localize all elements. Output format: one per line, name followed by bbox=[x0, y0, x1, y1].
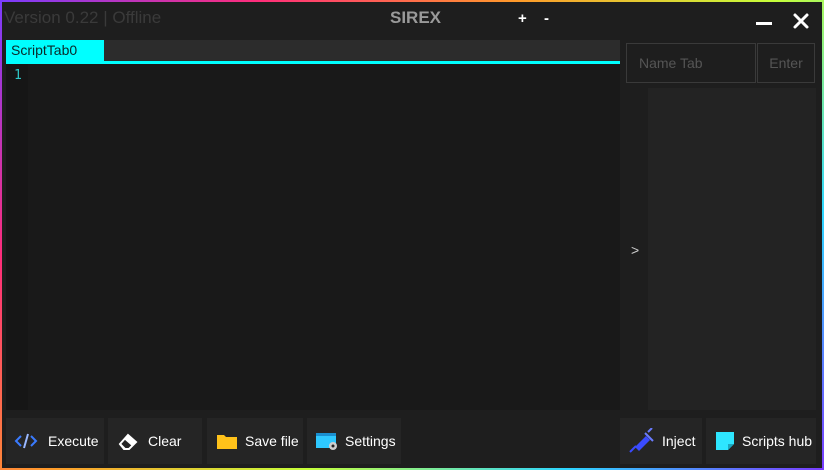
zoom-out-button[interactable]: - bbox=[544, 10, 549, 27]
sticky-note-icon bbox=[714, 431, 736, 451]
tab-scripttab0[interactable]: ScriptTab0 bbox=[6, 40, 104, 61]
close-icon bbox=[793, 13, 809, 29]
close-button[interactable] bbox=[790, 10, 814, 32]
version-status: Version 0.22 | Offline bbox=[4, 8, 162, 27]
folder-icon bbox=[215, 432, 239, 450]
scripts-hub-label: Scripts hub bbox=[742, 433, 813, 449]
minimize-button[interactable] bbox=[752, 10, 776, 32]
name-tab-input[interactable] bbox=[626, 43, 756, 83]
execute-label: Execute bbox=[48, 433, 99, 449]
line-number-gutter: 1 bbox=[6, 64, 28, 410]
tab-bar: ScriptTab0 bbox=[6, 40, 620, 61]
expand-panel-arrow[interactable]: > bbox=[631, 242, 639, 258]
execute-button[interactable]: Execute bbox=[6, 418, 104, 464]
save-file-label: Save file bbox=[245, 433, 299, 449]
code-brackets-icon bbox=[14, 432, 38, 450]
settings-label: Settings bbox=[345, 433, 396, 449]
code-editor[interactable] bbox=[28, 64, 620, 410]
scripts-hub-button[interactable]: Scripts hub bbox=[706, 418, 816, 464]
zoom-in-button[interactable]: + bbox=[518, 10, 527, 27]
inject-button[interactable]: Inject bbox=[620, 418, 702, 464]
minimize-icon bbox=[756, 22, 772, 25]
save-file-button[interactable]: Save file bbox=[207, 418, 303, 464]
syringe-icon bbox=[626, 428, 654, 454]
app-window: Version 0.22 | Offline SIREX + - ScriptT… bbox=[2, 2, 822, 468]
app-title: SIREX bbox=[390, 8, 442, 27]
editor-area: ScriptTab0 1 bbox=[6, 40, 620, 410]
eraser-icon bbox=[116, 431, 140, 451]
script-list-panel[interactable] bbox=[648, 88, 816, 410]
enter-button[interactable]: Enter bbox=[757, 43, 815, 83]
clear-button[interactable]: Clear bbox=[108, 418, 202, 464]
line-number: 1 bbox=[14, 68, 22, 83]
title-bar[interactable]: Version 0.22 | Offline SIREX + - bbox=[2, 2, 822, 36]
clear-label: Clear bbox=[148, 433, 182, 449]
window-gear-icon bbox=[315, 431, 339, 451]
settings-button[interactable]: Settings bbox=[307, 418, 401, 464]
inject-label: Inject bbox=[662, 433, 696, 449]
